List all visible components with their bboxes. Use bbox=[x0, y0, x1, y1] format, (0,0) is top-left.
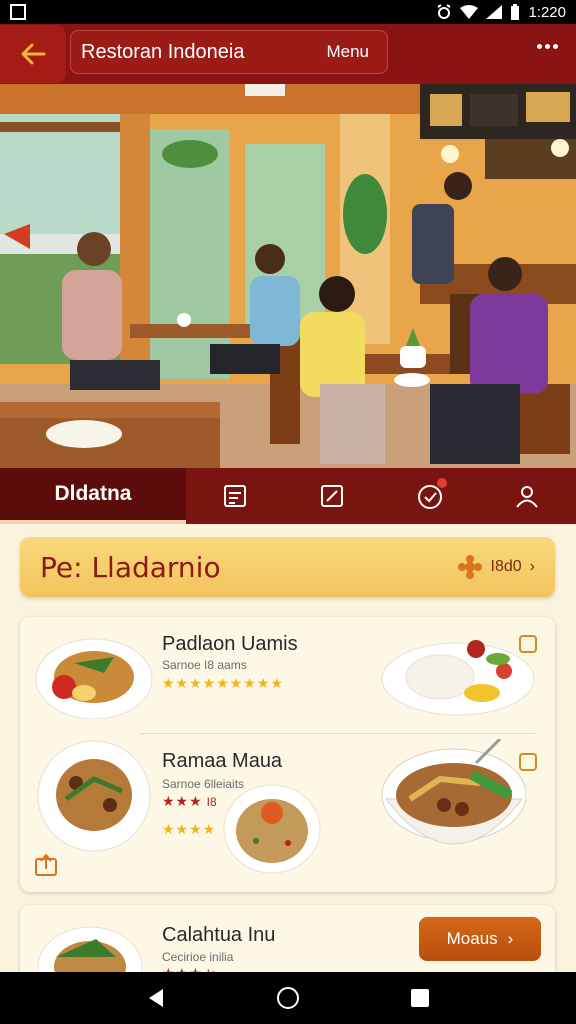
rating-stars-red: ★★★ bbox=[162, 793, 203, 809]
menu-card: Padlaon Uamis Sarnoe I8 aams ★★★★★★★★★ R… bbox=[20, 617, 555, 892]
item-name[interactable]: Calahtua Inu bbox=[162, 924, 275, 947]
tab-profile[interactable] bbox=[479, 468, 576, 524]
fried-rice-plate-image bbox=[223, 784, 321, 874]
arrow-left-icon bbox=[21, 43, 46, 65]
alarm-icon bbox=[437, 4, 452, 19]
nav-back-icon[interactable] bbox=[145, 987, 167, 1009]
menu-cta-button[interactable]: Moaus › bbox=[419, 917, 541, 961]
upload-icon[interactable] bbox=[34, 853, 58, 877]
signal-icon bbox=[486, 5, 503, 19]
bookmark-icon[interactable] bbox=[519, 753, 537, 771]
tab-edit[interactable] bbox=[284, 468, 382, 524]
promo-title: Pe: Lladarnio bbox=[40, 550, 221, 584]
chevron-right-icon: › bbox=[507, 929, 514, 948]
noodle-bowl-image bbox=[381, 739, 526, 845]
restaurant-hero-image bbox=[0, 84, 576, 468]
bookmark-icon[interactable] bbox=[519, 635, 537, 653]
more-options-icon[interactable] bbox=[537, 44, 558, 49]
promo-link[interactable]: I8d0 › bbox=[457, 554, 535, 580]
chevron-right-icon: › bbox=[529, 558, 535, 575]
profile-icon bbox=[516, 486, 539, 508]
rating-suffix: I8 bbox=[206, 794, 217, 809]
item-subtitle: Cecirioe inilia bbox=[162, 950, 234, 964]
app-bar: Restoran Indoneia Menu bbox=[0, 24, 576, 84]
divider bbox=[140, 733, 535, 734]
promo-right-text: I8d0 bbox=[490, 558, 522, 575]
battery-icon bbox=[511, 4, 520, 20]
nav-home-icon[interactable] bbox=[276, 986, 300, 1010]
edit-icon bbox=[321, 485, 344, 507]
menu-card-icon bbox=[223, 485, 246, 507]
qr-icon bbox=[10, 4, 26, 20]
status-bar: 1:220 bbox=[0, 0, 576, 24]
tab-offers[interactable] bbox=[381, 468, 479, 524]
flower-icon bbox=[457, 555, 482, 579]
item-subtitle: Sarnoe I8 aams bbox=[162, 658, 247, 672]
tab-bar: Dldatna bbox=[0, 468, 576, 524]
item-name[interactable]: Ramaa Maua bbox=[162, 750, 282, 773]
promo-banner[interactable]: Pe: Lladarnio I8d0 › bbox=[20, 537, 555, 597]
noodle-plate-image bbox=[37, 740, 151, 852]
title-box[interactable]: Restoran Indoneia Menu bbox=[70, 30, 388, 74]
wifi-icon bbox=[460, 5, 479, 19]
back-button[interactable] bbox=[0, 25, 66, 83]
system-nav-bar bbox=[0, 972, 576, 1024]
page-title: Restoran Indoneia bbox=[81, 40, 245, 63]
rating-stars: ★★★★ bbox=[162, 821, 217, 837]
rating-row: ★★★ I8 bbox=[162, 793, 217, 810]
tab-menu[interactable] bbox=[186, 468, 284, 524]
cta-label: Moaus bbox=[446, 929, 498, 948]
tab-active[interactable]: Dldatna bbox=[0, 468, 186, 524]
notification-badge bbox=[436, 478, 447, 488]
rice-plate-image bbox=[381, 640, 535, 716]
status-time: 1:220 bbox=[528, 3, 566, 21]
rating-stars: ★★★★★★★★★ bbox=[162, 675, 284, 691]
nav-recents-icon[interactable] bbox=[409, 987, 431, 1009]
food-plate-image bbox=[35, 638, 153, 719]
menu-link[interactable]: Menu bbox=[326, 42, 369, 62]
item-name[interactable]: Padlaon Uamis bbox=[162, 633, 298, 656]
